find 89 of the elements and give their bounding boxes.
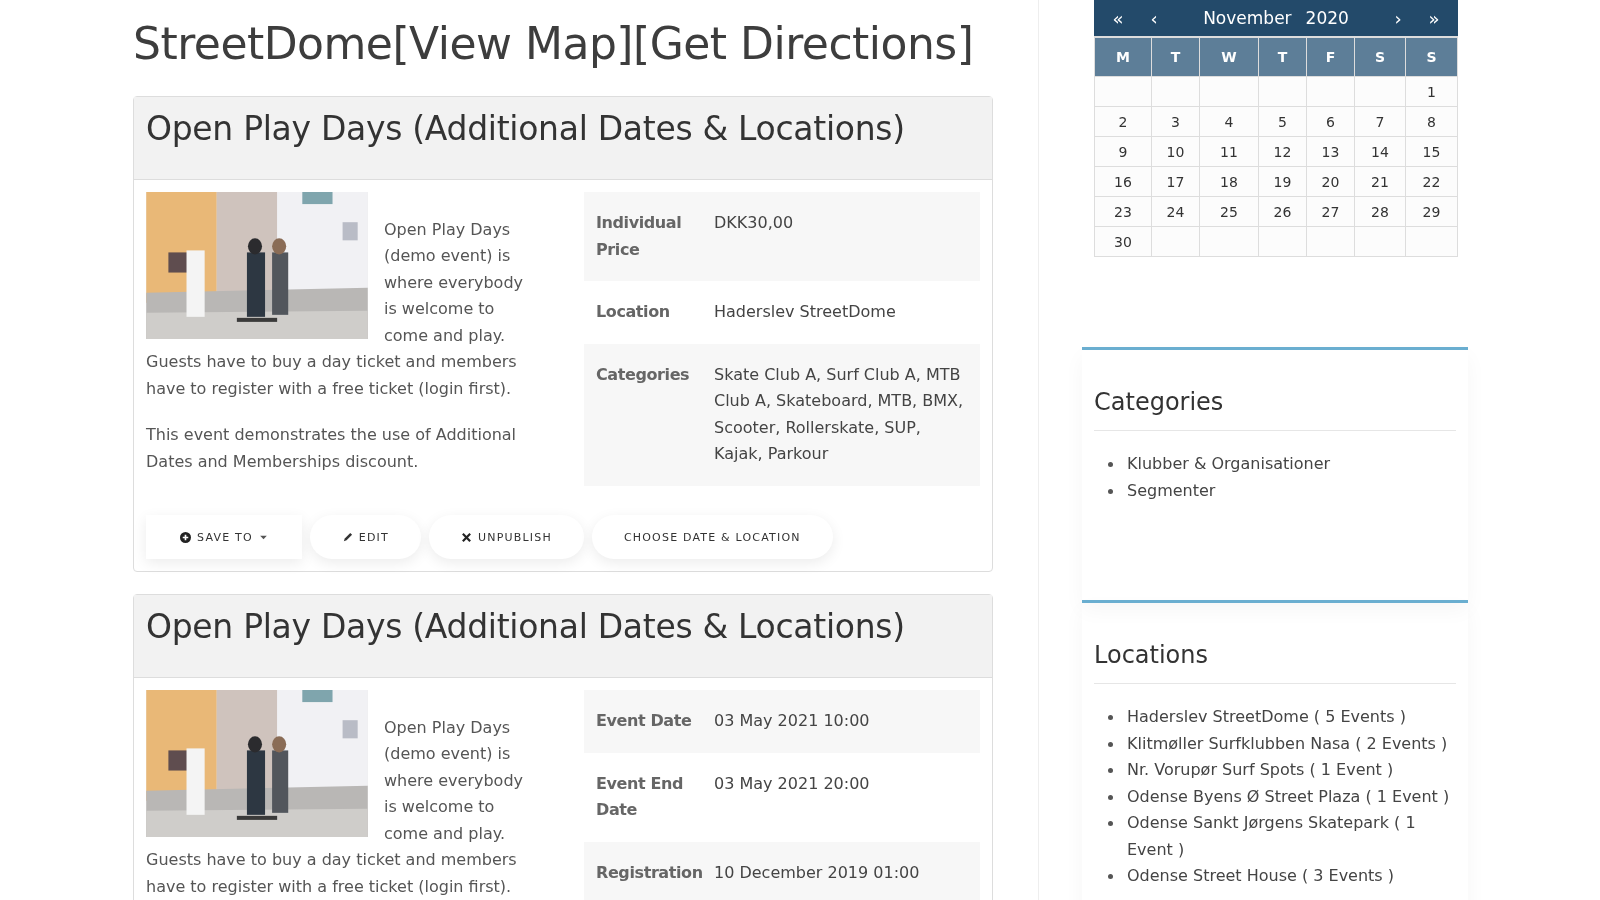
widget-link[interactable]: Klubber & Organisationer: [1127, 451, 1331, 478]
action-button[interactable]: EDIT: [309, 515, 421, 559]
weekday-header: T: [1152, 38, 1200, 77]
day-cell[interactable]: 8: [1406, 107, 1458, 137]
page-title: StreetDome[View Map][Get Directions]: [133, 17, 975, 71]
action-button[interactable]: CHOOSE DATE & LOCATION: [591, 515, 833, 559]
day-cell[interactable]: 17: [1152, 167, 1200, 197]
description-text: Open Play Days (demo event) is where everybody is welcome to come and play.: [384, 716, 524, 845]
widget-link[interactable]: Odense Byens Ø Street Plaza ( 1 Event ): [1127, 783, 1450, 810]
detail-value: Skate Club A, Surf Club A, MTB Club A, Skateboard, MTB, BMX, Scooter, Rollerskate, SUP, Kajak, Parkour: [714, 363, 965, 465]
weekday-header: F: [1307, 38, 1355, 77]
day-cell[interactable]: 3: [1152, 107, 1200, 137]
day-cell[interactable]: 11: [1200, 137, 1259, 167]
weekday-header: T: [1259, 38, 1307, 77]
close-icon: [460, 531, 472, 543]
bullet-icon: [1108, 462, 1113, 467]
bullet-icon: [1108, 874, 1113, 879]
day-cell[interactable]: 20: [1307, 167, 1355, 197]
widget-link[interactable]: Haderslev StreetDome ( 5 Events ): [1127, 704, 1406, 731]
detail-value: Haderslev StreetDome: [714, 301, 897, 323]
bullet-icon: [1108, 715, 1113, 720]
widget-link[interactable]: Nr. Vorupør Surf Spots ( 1 Event ): [1127, 757, 1394, 784]
day-cell[interactable]: 21: [1355, 167, 1406, 197]
bullet-icon: [1108, 488, 1113, 494]
day-cell[interactable]: 5: [1259, 107, 1307, 137]
weekday-header: S: [1355, 38, 1406, 77]
month-nav-button[interactable]: «: [1100, 7, 1136, 29]
weekday-header: W: [1200, 38, 1259, 77]
widget-link[interactable]: Odense Street House ( 3 Events ): [1127, 863, 1395, 890]
detail-label: Registration: [596, 861, 704, 884]
event-title: Open Play Days (Additional Dates & Locations): [146, 108, 906, 150]
bullet-icon: [1108, 821, 1113, 826]
day-cell[interactable]: 23: [1095, 197, 1152, 227]
widget-link[interactable]: Klitmøller Surfklubben Nasa ( 2 Events ): [1127, 730, 1448, 757]
widget-link[interactable]: Segmenter: [1127, 477, 1216, 504]
day-cell[interactable]: 10: [1152, 137, 1200, 167]
day-cell[interactable]: 19: [1259, 167, 1307, 197]
day-cell[interactable]: 30: [1095, 227, 1152, 257]
detail-label: Location: [596, 301, 671, 323]
bullet-icon: [1108, 741, 1113, 747]
save-to-button[interactable]: SAVE TO: [146, 515, 302, 559]
description-text: This event demonstrates the use of Additional Dates and Memberships discount.: [146, 424, 518, 473]
bullet-icon: [1108, 768, 1113, 773]
detail-label: Event Date: [596, 710, 693, 732]
day-cell[interactable]: 28: [1355, 197, 1406, 227]
detail-value: DKK30,00: [714, 212, 795, 234]
month-label: November: [1203, 8, 1292, 28]
event-title: Open Play Days (Additional Dates & Locations): [146, 606, 906, 648]
detail-value: 03 May 2021 20:00: [714, 772, 871, 795]
month-nav-button[interactable]: ‹: [1136, 7, 1172, 29]
action-button[interactable]: UNPUBLISH: [428, 515, 584, 559]
detail-value: 10 December 2019 01:00: [714, 861, 921, 884]
day-cell[interactable]: 1: [1406, 77, 1458, 107]
day-cell[interactable]: 22: [1406, 167, 1458, 197]
day-cell[interactable]: 15: [1406, 137, 1458, 167]
day-cell[interactable]: 24: [1152, 197, 1200, 227]
widget-title: Locations: [1094, 641, 1456, 684]
day-cell[interactable]: 7: [1355, 107, 1406, 137]
weekday-header: S: [1406, 38, 1458, 77]
month-nav-button[interactable]: »: [1416, 7, 1452, 29]
caret-icon: [258, 534, 268, 540]
day-cell[interactable]: 9: [1095, 137, 1152, 167]
day-cell[interactable]: 16: [1095, 167, 1152, 197]
detail-label: Event End Date: [596, 772, 684, 821]
day-cell[interactable]: 14: [1355, 137, 1406, 167]
description-text: Open Play Days (demo event) is where everybody is welcome to come and play.: [384, 218, 524, 347]
day-cell[interactable]: 4: [1200, 107, 1259, 137]
day-cell[interactable]: 26: [1259, 197, 1307, 227]
day-cell[interactable]: 12: [1259, 137, 1307, 167]
day-cell[interactable]: 25: [1200, 197, 1259, 227]
description-text: Guests have to buy a day ticket and members have to register with a free ticket (login first).: [146, 849, 518, 898]
plus-circle-icon: [180, 531, 191, 543]
day-cell[interactable]: 29: [1406, 197, 1458, 227]
day-cell[interactable]: 6: [1307, 107, 1355, 137]
year-label: 2020: [1305, 8, 1349, 28]
weekday-header: M: [1095, 38, 1152, 77]
detail-label: Individual Price: [596, 212, 683, 261]
day-cell[interactable]: 27: [1307, 197, 1355, 227]
day-cell[interactable]: 2: [1095, 107, 1152, 137]
pencil-icon: [341, 531, 353, 543]
detail-value: 03 May 2021 10:00: [714, 710, 871, 732]
bullet-icon: [1108, 794, 1113, 800]
day-cell[interactable]: 13: [1307, 137, 1355, 167]
widget-title: Categories: [1094, 388, 1456, 431]
day-cell[interactable]: 18: [1200, 167, 1259, 197]
detail-label: Categories: [596, 363, 691, 386]
description-text: Guests have to buy a day ticket and members have to register with a free ticket (login first).: [146, 351, 518, 400]
widget-link[interactable]: Odense Sankt Jørgens Skatepark ( 1 Event ): [1127, 810, 1456, 863]
month-nav-button[interactable]: ›: [1380, 7, 1416, 29]
